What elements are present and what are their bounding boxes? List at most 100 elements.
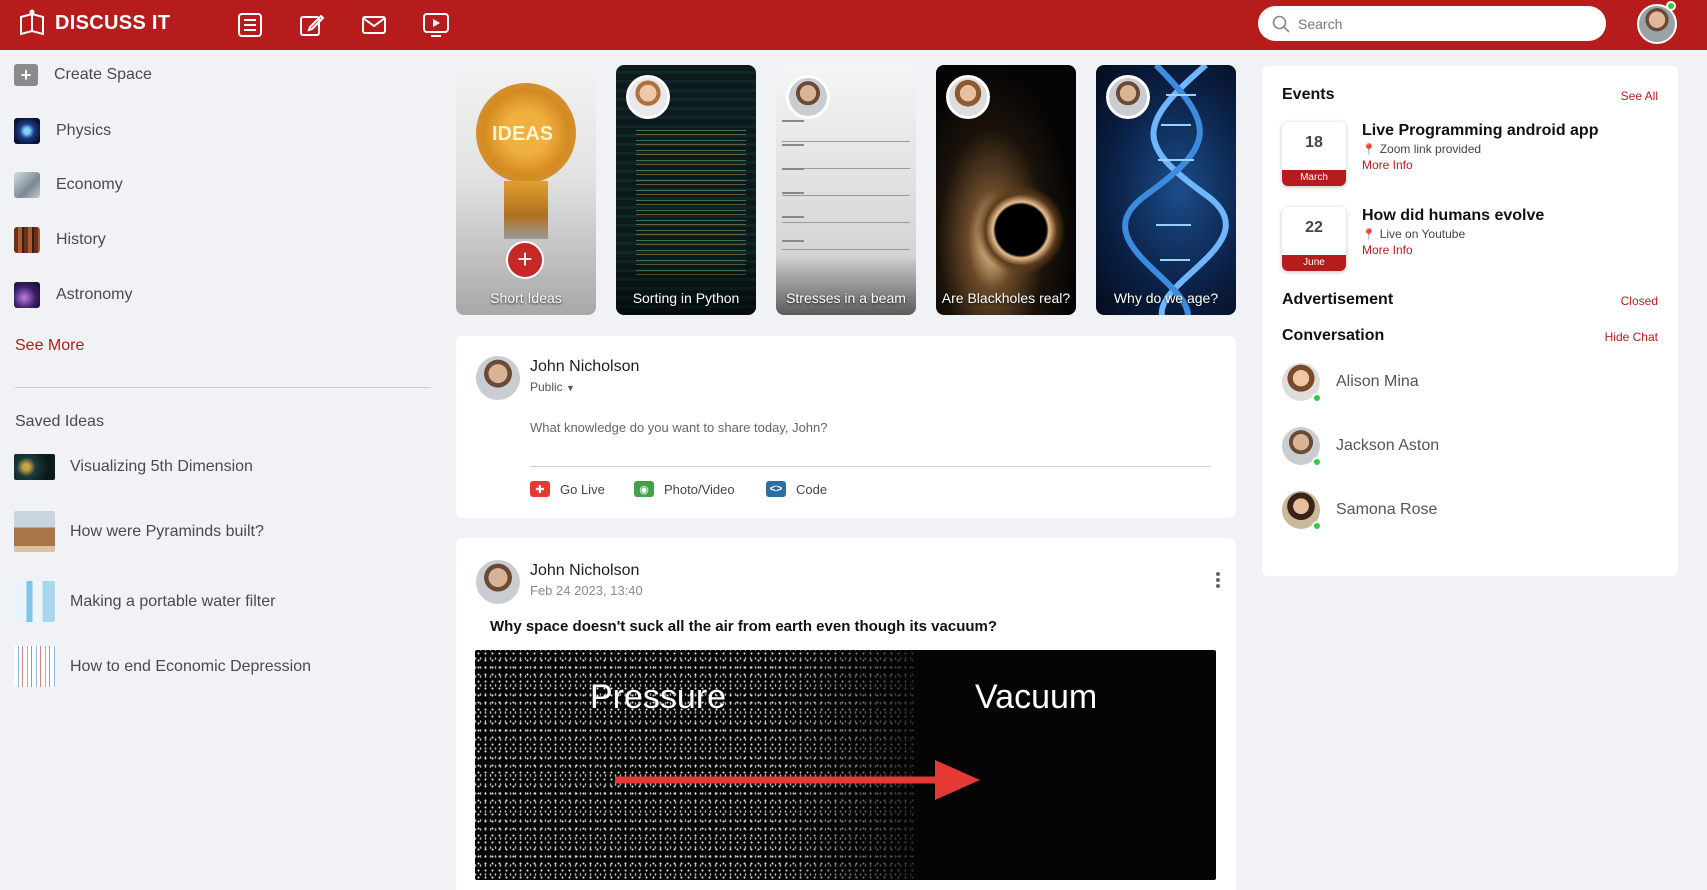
story-avatar bbox=[786, 75, 830, 119]
camera-icon: ◉ bbox=[634, 481, 654, 497]
pressure-vacuum-image[interactable]: Pressure Vacuum bbox=[475, 650, 1216, 880]
create-space-button[interactable]: + Create Space bbox=[14, 64, 152, 86]
video-icon[interactable] bbox=[421, 10, 451, 40]
visibility-dropdown[interactable]: Public ▼ bbox=[530, 380, 575, 394]
event-month: March bbox=[1282, 170, 1346, 186]
dimension-thumb bbox=[14, 454, 55, 480]
contact-name: Samona Rose bbox=[1336, 501, 1438, 518]
search-bar[interactable] bbox=[1258, 6, 1606, 41]
search-input[interactable] bbox=[1298, 15, 1588, 32]
vacuum-label: Vacuum bbox=[975, 678, 1098, 716]
saved-item-pyramids[interactable]: How were Pyraminds built? bbox=[14, 511, 264, 552]
sidebar-item-label: Astronomy bbox=[56, 286, 133, 303]
conversation-heading: Conversation bbox=[1282, 327, 1385, 344]
story-shade bbox=[776, 255, 916, 315]
saved-item-label: How to end Economic Depression bbox=[70, 657, 312, 675]
advertisement-heading: Advertisement bbox=[1282, 291, 1394, 308]
see-all-events-link[interactable]: See All bbox=[1621, 89, 1658, 103]
create-space-label: Create Space bbox=[54, 66, 152, 83]
chat-contact[interactable]: Jackson Aston bbox=[1282, 427, 1440, 467]
composer-user-name: John Nicholson bbox=[530, 358, 640, 375]
code-icon: <> bbox=[766, 481, 786, 497]
bulb-base bbox=[504, 181, 548, 239]
sidebar-item-astronomy[interactable]: Astronomy bbox=[14, 282, 132, 308]
blackhole-image bbox=[976, 185, 1066, 275]
event-date-badge: 22 June bbox=[1282, 207, 1346, 271]
avatar bbox=[1282, 491, 1322, 531]
post-avatar[interactable] bbox=[476, 560, 520, 604]
right-panel: Events See All 18 March Live Programming… bbox=[1262, 66, 1678, 576]
event-sub-label: Zoom link provided bbox=[1379, 142, 1482, 156]
story-label: Sorting in Python bbox=[632, 290, 740, 306]
action-label: Code bbox=[796, 481, 828, 497]
sidebar-item-economy[interactable]: Economy bbox=[14, 172, 123, 198]
more-info-link[interactable]: More Info bbox=[1362, 158, 1413, 172]
event-title[interactable]: How did humans evolve bbox=[1362, 207, 1544, 225]
physics-thumb bbox=[14, 118, 40, 144]
pyramid-thumb bbox=[14, 511, 55, 552]
sidebar-item-label: Physics bbox=[56, 122, 112, 139]
edit-icon[interactable] bbox=[297, 10, 327, 40]
go-live-button[interactable]: ✚ Go Live bbox=[530, 481, 605, 497]
book-logo-icon bbox=[20, 9, 44, 36]
mail-icon[interactable] bbox=[359, 10, 389, 40]
sidebar-item-history[interactable]: History bbox=[14, 227, 106, 253]
avatar bbox=[1282, 427, 1322, 467]
sidebar-item-label: Economy bbox=[56, 176, 123, 193]
action-label: Go Live bbox=[560, 481, 605, 497]
post-card: John Nicholson Feb 24 2023, 13:40 Why sp… bbox=[456, 538, 1236, 890]
saved-item-5th-dimension[interactable]: Visualizing 5th Dimension bbox=[14, 454, 253, 480]
story-why-age[interactable]: Why do we age? bbox=[1096, 65, 1236, 315]
economics-chart-thumb bbox=[14, 646, 55, 687]
story-avatar bbox=[1106, 75, 1150, 119]
saved-ideas-heading: Saved Ideas bbox=[15, 413, 104, 430]
story-label: Short Ideas bbox=[490, 290, 562, 306]
saved-item-label: Visualizing 5th Dimension bbox=[70, 458, 253, 475]
event-day: 18 bbox=[1305, 134, 1323, 151]
location-pin-icon: 📍 bbox=[1362, 228, 1376, 241]
add-story-icon[interactable]: + bbox=[506, 241, 544, 279]
event-sub-label: Live on Youtube bbox=[1379, 227, 1466, 241]
visibility-label: Public bbox=[530, 380, 563, 394]
saved-item-label: Making a portable water filter bbox=[70, 592, 276, 610]
post-author[interactable]: John Nicholson bbox=[530, 562, 639, 580]
story-label: Are Blackholes real? bbox=[941, 290, 1071, 306]
online-status-dot bbox=[1666, 1, 1676, 11]
chat-contact[interactable]: Samona Rose bbox=[1282, 491, 1438, 531]
code-button[interactable]: <> Code bbox=[766, 481, 827, 497]
story-shade bbox=[616, 255, 756, 315]
story-sorting-python[interactable]: Sorting in Python bbox=[616, 65, 756, 315]
event-location: 📍 Zoom link provided bbox=[1362, 142, 1481, 156]
saved-item-economic-depression[interactable]: How to end Economic Depression bbox=[14, 646, 311, 687]
event-date-badge: 18 March bbox=[1282, 122, 1346, 186]
sidebar-item-physics[interactable]: Physics bbox=[14, 118, 111, 144]
composer-divider bbox=[530, 466, 1210, 467]
hide-chat-link[interactable]: Hide Chat bbox=[1605, 330, 1658, 344]
story-label: Stresses in a beam bbox=[786, 290, 906, 306]
live-video-icon: ✚ bbox=[530, 481, 550, 497]
see-more-link[interactable]: See More bbox=[15, 337, 84, 355]
ideas-word-art: IDEAS bbox=[492, 123, 554, 145]
photo-video-button[interactable]: ◉ Photo/Video bbox=[634, 481, 735, 497]
sidebar-item-label: History bbox=[56, 231, 106, 248]
contact-name: Jackson Aston bbox=[1336, 437, 1440, 454]
story-short-ideas[interactable]: IDEAS + Short Ideas bbox=[456, 65, 596, 315]
list-icon[interactable] bbox=[235, 10, 265, 40]
online-status-dot bbox=[1312, 521, 1322, 531]
composer-input[interactable]: What knowledge do you want to share toda… bbox=[530, 420, 1210, 435]
more-info-link[interactable]: More Info bbox=[1362, 243, 1413, 257]
story-stresses-beam[interactable]: Stresses in a beam bbox=[776, 65, 916, 315]
events-heading: Events bbox=[1282, 86, 1335, 103]
chat-contact[interactable]: Alison Mina bbox=[1282, 363, 1419, 403]
story-label: Why do we age? bbox=[1113, 290, 1219, 306]
composer-avatar[interactable] bbox=[476, 356, 520, 400]
pressure-label: Pressure bbox=[590, 678, 727, 716]
story-blackholes[interactable]: Are Blackholes real? bbox=[936, 65, 1076, 315]
action-label: Photo/Video bbox=[664, 481, 735, 497]
more-options-icon[interactable] bbox=[1216, 572, 1222, 590]
caret-down-icon: ▼ bbox=[566, 383, 575, 393]
saved-item-water-filter[interactable]: Making a portable water filter bbox=[14, 581, 275, 622]
event-title[interactable]: Live Programming android app bbox=[1362, 122, 1598, 140]
brand-logo[interactable]: DISCUSS IT bbox=[17, 8, 170, 38]
advertisement-status[interactable]: Closed bbox=[1621, 294, 1658, 308]
